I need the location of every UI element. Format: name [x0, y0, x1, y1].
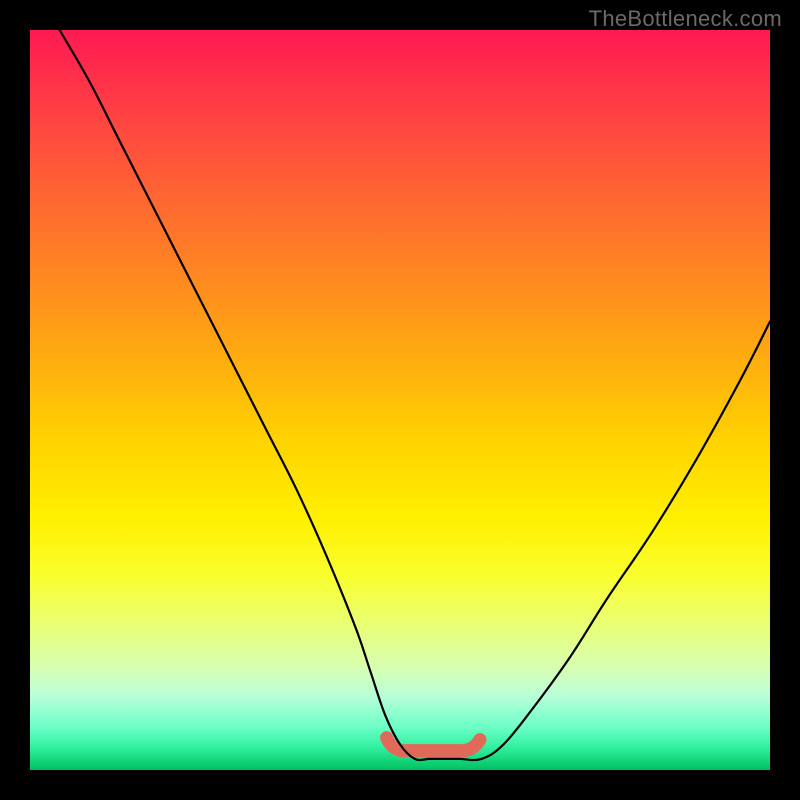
- watermark-text: TheBottleneck.com: [589, 6, 782, 32]
- plot-area: [30, 30, 770, 770]
- bottleneck-curve: [60, 30, 770, 760]
- chart-stage: TheBottleneck.com: [0, 0, 800, 800]
- curve-layer: [30, 30, 770, 770]
